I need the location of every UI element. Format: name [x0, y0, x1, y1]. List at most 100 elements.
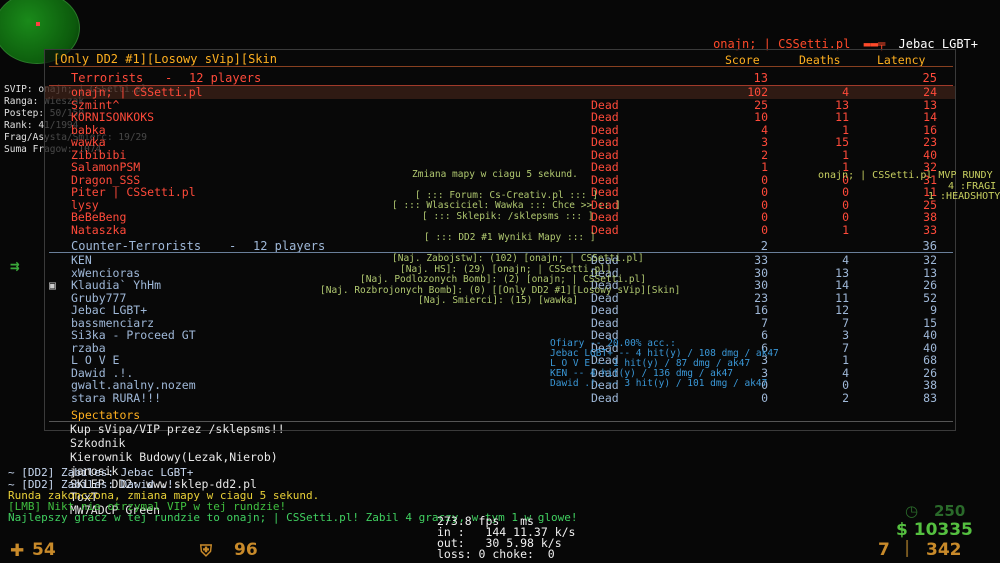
player-deaths: 4 [842, 85, 849, 99]
player-latency: 23 [923, 135, 937, 149]
health-value: 54 [32, 540, 56, 560]
table-row[interactable]: Szmint^ Dead 25 13 13 [45, 98, 955, 112]
table-row[interactable]: KORNISONKOKS Dead 10 11 14 [45, 111, 955, 124]
player-deaths: 0 [842, 378, 849, 392]
player-status: Dead [591, 110, 619, 124]
player-name: Jebac LGBT+ [71, 303, 148, 317]
player-score: 0 [761, 185, 768, 199]
armor-icon: ⛨ [200, 541, 213, 560]
player-status: Dead [591, 303, 619, 317]
server-msg: [ ::: DD2 #1 Wyniki Mapy ::: ] [424, 232, 596, 243]
health-icon: ✚ [10, 541, 25, 561]
player-latency: 33 [923, 222, 937, 237]
player-status: Dead [591, 390, 619, 405]
player-latency: 38 [923, 210, 937, 224]
table-row[interactable]: L O V E Dead 3 1 68 [45, 354, 955, 367]
player-deaths: 11 [835, 110, 849, 124]
player-status: Dead [591, 160, 619, 174]
player-latency: 83 [923, 390, 937, 405]
ammo-separator: | [904, 538, 911, 558]
ammo-total: 342 [926, 540, 962, 560]
player-name: SalamonPSM [71, 160, 141, 174]
player-deaths: 0 [842, 210, 849, 224]
player-latency: 68 [923, 353, 937, 367]
weapon-slot-icon: ⇉ [10, 256, 20, 275]
player-score: 1 [761, 160, 768, 174]
team-count: 12 players [253, 239, 326, 253]
player-score: 16 [754, 303, 768, 317]
team-latency: 25 [922, 71, 937, 85]
damage-line: Dawid .!. -- 3 hit(y) / 101 dmg / ak47 [550, 378, 768, 389]
player-name: Nataszka [71, 222, 127, 237]
team-latency: 36 [922, 239, 937, 253]
team-sep: - [229, 239, 237, 253]
col-deaths: Deaths [799, 53, 841, 67]
table-row[interactable]: stara RURA!!! Dead 0 2 83 [45, 390, 955, 405]
player-deaths: 12 [835, 303, 849, 317]
armor-value: 96 [234, 540, 258, 560]
player-name: KORNISONKOKS [71, 110, 155, 124]
spectator[interactable]: Szkodnik [70, 436, 125, 450]
player-name: Si3ka - Proceed GT [71, 328, 196, 342]
table-row[interactable]: wawka Dead 3 15 23 [45, 136, 955, 149]
table-row[interactable]: babka Dead 4 1 16 [45, 123, 955, 137]
team-score: 13 [753, 71, 768, 85]
spectators-header: Spectators [71, 408, 141, 422]
player-name: BeBeBeng [71, 210, 127, 224]
player-name: Piter | CSSetti.pl [71, 185, 196, 199]
player-deaths: 15 [835, 135, 849, 149]
team-count: 12 players [189, 71, 262, 85]
player-latency: 9 [930, 303, 937, 317]
round-timer: 250 [934, 502, 966, 520]
player-deaths: 2 [842, 390, 849, 405]
server-msg: Zmiana mapy w ciagu 5 sekund. [412, 169, 578, 180]
player-name: wawka [71, 135, 106, 149]
player-score: 102 [747, 85, 768, 99]
player-deaths: 1 [842, 222, 849, 237]
timer-icon: ◷ [905, 502, 919, 520]
mvp-headshots: 1 :HEADSHOTY [928, 191, 1000, 202]
team-name: Terrorists [71, 71, 144, 85]
player-latency: 14 [923, 110, 937, 124]
team-name: Counter-Terrorists [71, 239, 202, 253]
net-graph: 273.8 fps ms in : 144 11.37 k/s out: 30 … [437, 514, 576, 561]
team-sep: - [165, 71, 173, 85]
spectator[interactable]: Kup sVipa/VIP przez /sklepsms!! [70, 422, 285, 436]
server-msg: [Naj. Podlozonych Bomb]: (2) [onajn; | C… [360, 274, 646, 285]
player-latency: 26 [923, 278, 937, 292]
player-name: onajn; | CSSetti.pl [71, 85, 203, 99]
player-status: Dead [591, 210, 619, 224]
player-deaths: 1 [842, 353, 849, 367]
table-row[interactable]: Zibibibi Dead 2 1 40 [45, 148, 955, 162]
money-value: $ 10335 [896, 520, 973, 540]
server-title: [Only DD2 #1][Losowy sVip][Skin [53, 52, 277, 66]
player-score: 0 [761, 390, 768, 405]
player-deaths: 4 [842, 253, 849, 267]
table-row[interactable]: Si3ka - Proceed GT Dead 6 3 40 [45, 329, 955, 342]
player-deaths: 0 [842, 185, 849, 199]
server-msg: [Naj. Zabojstw]: (102) [onajn; | CSSetti… [392, 253, 644, 264]
server-msg: [ ::: Wlasciciel: Wawka ::: Chce >> :: ] [392, 200, 621, 211]
player-score: 30 [754, 278, 768, 292]
col-latency: Latency [877, 53, 926, 67]
player-name: Klaudia` YhHm [71, 278, 162, 292]
player-latency: 24 [923, 85, 937, 99]
team-header-terrorists: Terrorists - 12 players 13 25 [45, 72, 955, 85]
table-row[interactable]: gwalt.analny.nozem Dead 0 0 38 [45, 379, 955, 392]
player-name: KEN [71, 253, 92, 267]
team-score: 2 [760, 239, 768, 253]
player-latency: 38 [923, 378, 937, 392]
player-name: stara RURA!!! [71, 390, 162, 405]
spectator[interactable]: Kierownik Budowy(Lezak,Nierob) [70, 450, 278, 464]
player-deaths: 3 [842, 328, 849, 342]
table-row[interactable]: rzaba Dead 6 7 40 [45, 341, 955, 355]
player-latency: 40 [923, 328, 937, 342]
col-score: Score [725, 53, 760, 67]
table-row[interactable]: onajn; | CSSetti.pl 102 4 24 [45, 86, 955, 99]
ammo-clip: 7 [878, 540, 890, 560]
player-score: 3 [761, 135, 768, 149]
server-msg: [ ::: Sklepik: /sklepsms ::: ] [422, 211, 594, 222]
mvp-msg: onajn; | CSSetti.pl MVP RUNDY [818, 170, 993, 181]
server-msg: [Naj. Smierci]: (15) [wawka] [418, 295, 579, 306]
player-score: 0 [761, 222, 768, 237]
